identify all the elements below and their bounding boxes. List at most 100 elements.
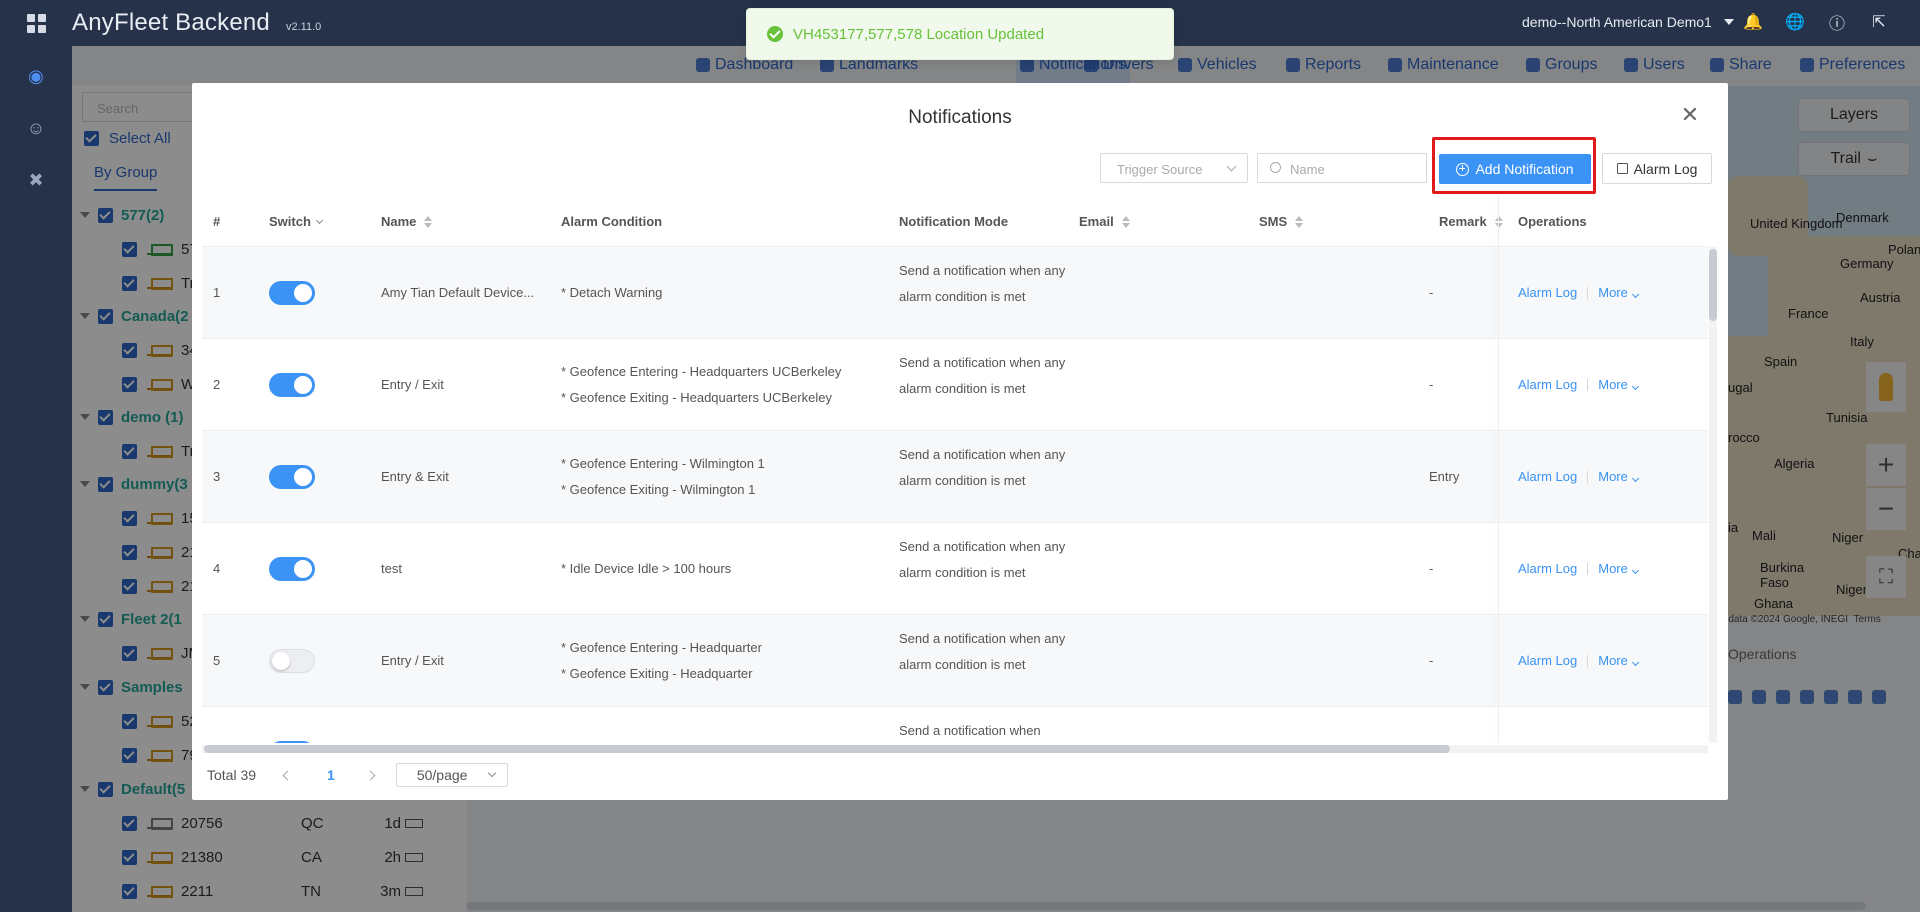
name-search-input[interactable]: Name — [1257, 153, 1427, 183]
enable-switch[interactable] — [269, 557, 315, 581]
col-switch[interactable]: Switch — [269, 214, 323, 229]
app-title: AnyFleet Backend — [72, 9, 270, 36]
table-row: 3 Entry & Exit * Geofence Entering - Wil… — [202, 431, 1708, 523]
notification-mode: Send a notification when any alarm condi… — [899, 539, 1066, 580]
check-circle-icon — [767, 26, 783, 42]
notification-mode: Send a notification when — [899, 723, 1041, 738]
table-body: 1 Amy Tian Default Device... * Detach Wa… — [202, 247, 1708, 743]
notifications-modal: Notifications ✕ Trigger Source Name Add … — [192, 83, 1728, 800]
table-row: 2 Entry / Exit * Geofence Entering - Hea… — [202, 339, 1708, 431]
alarm-log-link[interactable]: Alarm Log — [1518, 653, 1577, 668]
location-pin-icon[interactable]: ◉ — [24, 64, 48, 88]
alarm-log-link[interactable]: Alarm Log — [1518, 285, 1577, 300]
alarm-condition: * Detach Warning — [561, 285, 663, 300]
alarm-log-link[interactable]: Alarm Log — [1518, 561, 1577, 576]
chevron-down-icon — [1631, 382, 1639, 391]
chevron-down-icon — [487, 768, 497, 778]
col-name[interactable]: Name — [381, 214, 433, 229]
alarm-log-link[interactable]: Alarm Log — [1518, 469, 1577, 484]
alarm-condition: * Geofence Entering - Headquarters UCBer… — [561, 364, 842, 405]
sort-icon[interactable] — [1121, 215, 1130, 228]
remark: Entry — [1429, 469, 1460, 484]
row-operations: Alarm Log More — [1518, 561, 1639, 576]
alarm-condition: * Idle Device Idle > 100 hours — [561, 561, 732, 576]
col-alarm-condition: Alarm Condition — [561, 214, 663, 229]
remark: - — [1429, 377, 1434, 392]
plus-circle-icon — [1456, 162, 1470, 176]
more-dropdown[interactable]: More — [1598, 285, 1639, 300]
more-dropdown[interactable]: More — [1598, 377, 1639, 392]
user-icon[interactable]: ☺ — [24, 116, 48, 140]
alarm-condition: * Geofence Entering - Wilmington 1 * Geof… — [561, 456, 765, 497]
row-operations: Alarm Log More — [1518, 653, 1639, 668]
row-number: 2 — [213, 377, 221, 392]
globe-icon[interactable]: 🌐 — [1784, 11, 1806, 33]
row-number: 5 — [213, 653, 221, 668]
divider — [1587, 470, 1589, 483]
close-icon[interactable]: ✕ — [1680, 102, 1700, 127]
bell-icon[interactable]: 🔔 — [1742, 11, 1764, 33]
current-page[interactable]: 1 — [327, 767, 335, 783]
row-operations: Alarm Log More — [1518, 377, 1639, 392]
chevron-down-icon — [315, 216, 323, 224]
notification-name: Entry & Exit — [381, 469, 449, 484]
notification-name: Entry / Exit — [381, 653, 444, 668]
total-count: Total 39 — [207, 767, 257, 783]
next-page-icon[interactable] — [365, 770, 376, 780]
col-number: # — [213, 214, 221, 229]
operations-column-divider — [1498, 195, 1499, 743]
col-notification-mode: Notification Mode — [899, 214, 1009, 229]
chevron-down-icon — [1723, 19, 1734, 25]
row-operations: Alarm Log More — [1518, 285, 1639, 300]
prev-page-icon[interactable] — [282, 770, 293, 780]
account-dropdown[interactable]: demo--North American Demo1 — [1522, 14, 1734, 30]
notification-mode: Send a notification when any alarm condi… — [899, 447, 1066, 488]
sort-icon[interactable] — [1295, 215, 1304, 228]
modal-title: Notifications — [908, 107, 1012, 128]
divider — [1587, 378, 1589, 391]
enable-switch[interactable] — [269, 649, 315, 673]
chevron-down-icon — [1631, 658, 1639, 667]
sort-icon[interactable] — [424, 215, 433, 228]
enable-switch[interactable] — [269, 741, 315, 743]
alarm-log-link[interactable]: Alarm Log — [1518, 377, 1577, 392]
enable-switch[interactable] — [269, 281, 315, 305]
col-sms[interactable]: SMS — [1259, 214, 1304, 229]
divider — [1587, 562, 1589, 575]
table-header: # Switch Name Alarm Condition Notificati… — [202, 195, 1708, 247]
more-dropdown[interactable]: More — [1598, 469, 1639, 484]
page-size-select[interactable]: 50/page — [395, 763, 508, 787]
add-notification-button[interactable]: Add Notification — [1439, 154, 1591, 184]
notification-mode: Send a notification when any alarm condi… — [899, 355, 1066, 396]
more-dropdown[interactable]: More — [1598, 653, 1639, 668]
left-nav: ◉ ☺ ✖ — [0, 46, 72, 912]
chevron-down-icon — [1631, 566, 1639, 575]
row-operations: Alarm Log More — [1518, 469, 1639, 484]
notification-name: Entry / Exit — [381, 377, 444, 392]
table-row: 5 Entry / Exit * Geofence Entering - Hea… — [202, 615, 1708, 707]
more-dropdown[interactable]: More — [1598, 561, 1639, 576]
help-icon[interactable]: ⓘ — [1826, 11, 1848, 33]
table-row: 4 test * Idle Device Idle > 100 hours Se… — [202, 523, 1708, 615]
col-operations: Operations — [1518, 214, 1587, 229]
notification-mode: Send a notification when any alarm condi… — [899, 631, 1066, 672]
vertical-scrollbar[interactable] — [1709, 247, 1717, 743]
tools-icon[interactable]: ✖ — [24, 168, 48, 192]
divider — [1587, 286, 1589, 299]
row-number: 3 — [213, 469, 221, 484]
alarm-condition: * Geofence Entering - Headquarter * Geofe… — [561, 640, 762, 681]
col-remark[interactable]: Remark — [1439, 214, 1503, 229]
trigger-source-select[interactable]: Trigger Source — [1100, 153, 1248, 183]
alarm-log-button[interactable]: Alarm Log — [1602, 153, 1712, 184]
remark: - — [1429, 561, 1434, 576]
horizontal-scrollbar[interactable] — [202, 745, 1708, 753]
collapse-icon[interactable]: ⇱ — [1868, 11, 1890, 33]
remark: - — [1429, 285, 1434, 300]
remark: - — [1429, 653, 1434, 668]
apps-grid-icon[interactable] — [0, 0, 72, 46]
enable-switch[interactable] — [269, 373, 315, 397]
chevron-down-icon — [1631, 290, 1639, 299]
col-email[interactable]: Email — [1079, 214, 1130, 229]
divider — [1587, 654, 1589, 667]
enable-switch[interactable] — [269, 465, 315, 489]
